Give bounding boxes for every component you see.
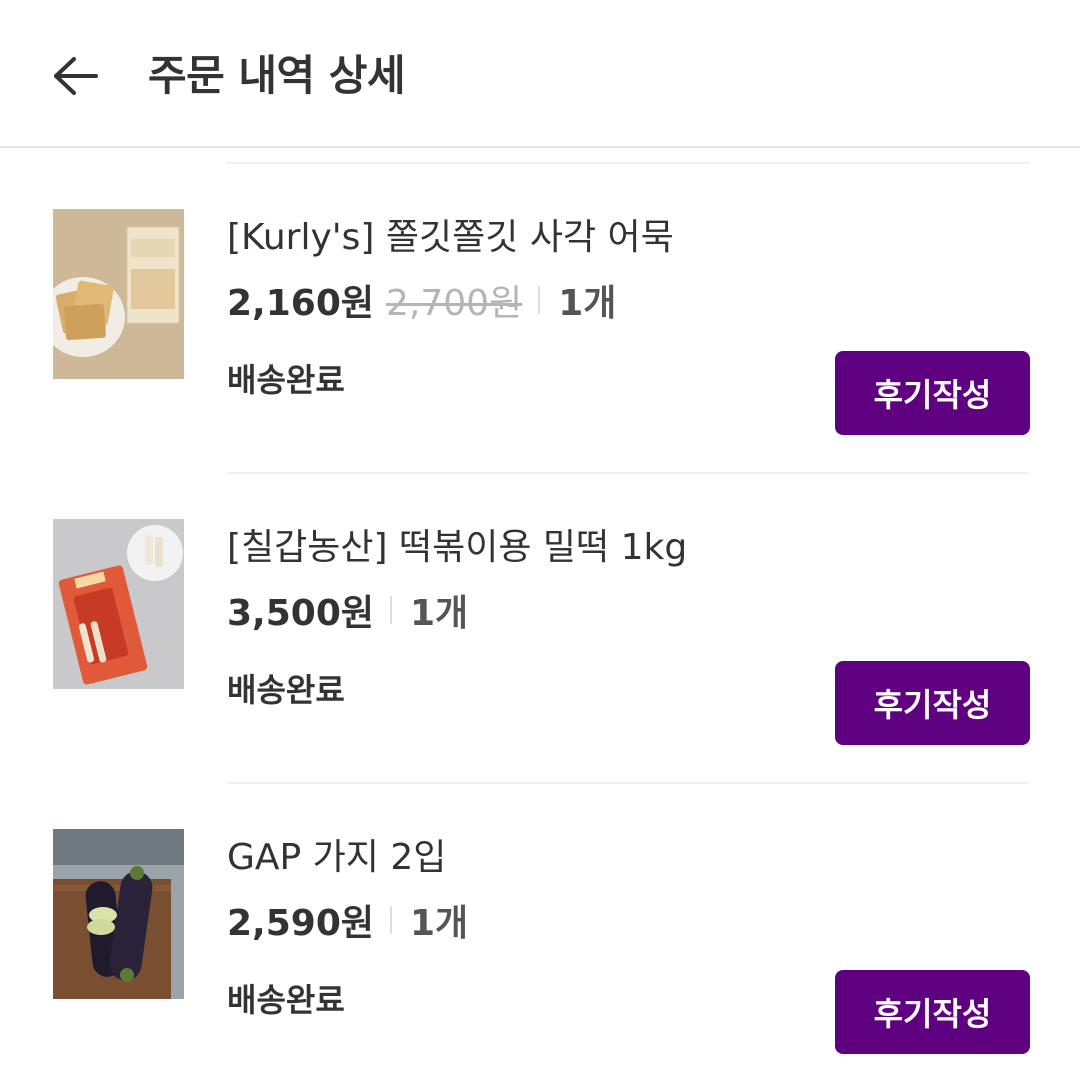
separator: [390, 596, 392, 624]
back-button[interactable]: [44, 44, 108, 108]
sale-price: 2,160원: [227, 283, 374, 324]
product-name[interactable]: [칠갑농산] 떡볶이용 밀떡 1kg: [227, 524, 687, 572]
arrow-left-icon: [54, 57, 98, 95]
write-review-button[interactable]: 후기작성: [835, 970, 1030, 1054]
delivery-status: 배송완료: [227, 361, 345, 399]
price-row: 2,590원 1개: [227, 895, 468, 945]
write-review-button[interactable]: 후기작성: [835, 661, 1030, 745]
price-row: 3,500원 1개: [227, 585, 468, 635]
page-title: 주문 내역 상세: [148, 51, 406, 100]
product-image-fish-cake[interactable]: [53, 209, 184, 379]
delivery-status: 배송완료: [227, 981, 345, 1019]
order-item: [Kurly's] 쫄깃쫄깃 사각 어묵 2,160원 2,700원 1개 배송…: [0, 148, 1080, 474]
quantity: 1개: [410, 903, 469, 944]
separator: [538, 286, 541, 314]
sale-price: 2,590원: [227, 903, 374, 944]
separator: [390, 906, 392, 934]
order-item: GAP 가지 2입 2,590원 1개 배송완료 후기작성: [0, 768, 1080, 1077]
price-row: 2,160원 2,700원 1개: [227, 275, 616, 325]
quantity: 1개: [558, 283, 617, 324]
product-image-rice-cake[interactable]: [53, 519, 184, 689]
sale-price: 3,500원: [227, 593, 374, 634]
delivery-status: 배송완료: [227, 671, 345, 709]
product-image-eggplant[interactable]: [53, 829, 184, 999]
product-name[interactable]: [Kurly's] 쫄깃쫄깃 사각 어묵: [227, 214, 674, 262]
app-header: 주문 내역 상세: [0, 0, 1080, 148]
write-review-button[interactable]: 후기작성: [835, 351, 1030, 435]
quantity: 1개: [410, 593, 469, 634]
original-price: 2,700원: [386, 283, 523, 324]
product-name[interactable]: GAP 가지 2입: [227, 834, 446, 882]
order-item: [칠갑농산] 떡볶이용 밀떡 1kg 3,500원 1개 배송완료 후기작성: [0, 458, 1080, 784]
